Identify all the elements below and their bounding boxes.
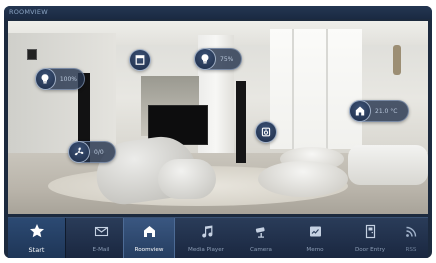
room-temperature: 21.0 °C	[375, 107, 398, 115]
memo-icon	[308, 224, 323, 243]
rss-icon	[404, 224, 419, 243]
dock-item-door-entry[interactable]: Door Entry	[344, 218, 396, 258]
light-left-level: 100%	[59, 75, 77, 83]
title-bar: ROOMVIEW	[4, 6, 432, 19]
speaker-icon	[260, 123, 272, 142]
dock-item-rss[interactable]: RSS	[394, 218, 428, 258]
fan-icon	[68, 141, 90, 163]
dock-item-roomview[interactable]: Roomview	[123, 218, 175, 258]
roomview-icon	[142, 224, 157, 243]
roomview-panel: ROOMVIEW 100% 75% 0/0 21.0 °C Start E-Ma…	[4, 6, 432, 258]
dock-item-label: Media Player	[188, 247, 224, 253]
light-center-level: 75%	[220, 55, 234, 63]
dock-item-label: Memo	[306, 247, 324, 253]
dock-item-label: Roomview	[134, 247, 164, 253]
dock-item-label: E-Mail	[92, 247, 110, 253]
door-icon	[363, 224, 378, 243]
ottoman	[258, 161, 348, 197]
room-photo: 100% 75% 0/0 21.0 °C	[8, 21, 428, 214]
star-icon	[29, 223, 45, 243]
fan-level: 0/0	[94, 148, 104, 156]
blind-icon	[134, 51, 146, 70]
dock-item-camera[interactable]: Camera	[235, 218, 287, 258]
dock-item-memo[interactable]: Memo	[289, 218, 341, 258]
dock-item-label: Camera	[250, 247, 272, 253]
fan-control[interactable]: 0/0	[68, 141, 116, 163]
start-label: Start	[28, 246, 45, 254]
floor-speaker-right	[236, 81, 246, 163]
home-icon	[349, 100, 371, 122]
blind-control[interactable]	[129, 49, 151, 71]
light-bulb-icon	[35, 68, 56, 90]
music-note-icon	[199, 224, 214, 243]
light-left-control[interactable]: 100%	[35, 68, 85, 90]
dock-item-label: Door Entry	[354, 247, 386, 253]
climate-control[interactable]: 21.0 °C	[349, 100, 409, 122]
wall-socket	[27, 49, 37, 60]
camera-icon	[254, 224, 269, 243]
light-bulb-icon	[194, 48, 216, 70]
start-button[interactable]: Start	[8, 218, 66, 258]
dock-item-label: RSS	[405, 247, 417, 253]
dock-item-email[interactable]: E-Mail	[75, 218, 127, 258]
speaker-control[interactable]	[255, 121, 277, 143]
sofa	[348, 145, 428, 185]
light-center-control[interactable]: 75%	[194, 48, 242, 70]
mail-icon	[94, 224, 109, 243]
bottom-dock: Start E-Mail Roomview Media Player Camer	[8, 217, 428, 258]
dock-item-media-player[interactable]: Media Player	[180, 218, 232, 258]
